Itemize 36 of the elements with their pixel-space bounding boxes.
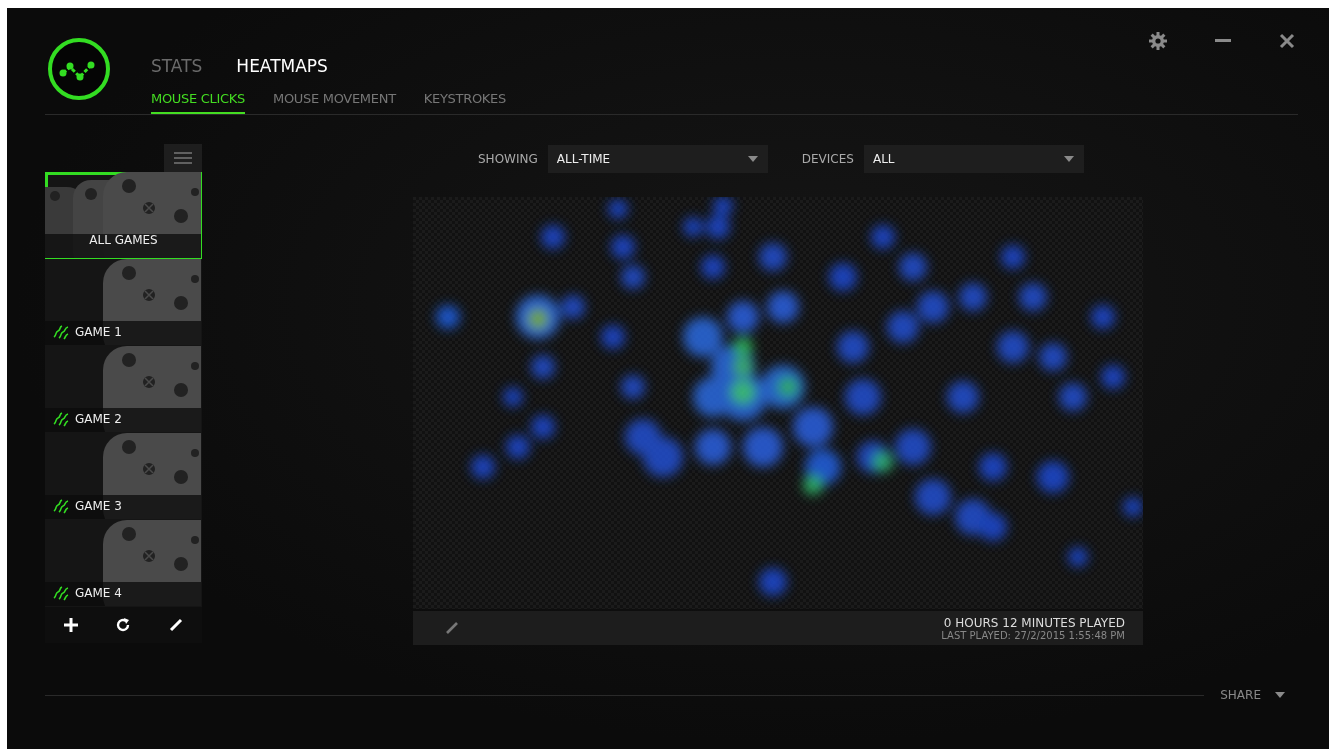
close-icon[interactable] [1279,33,1295,49]
game-label: GAME 2 [75,412,122,426]
game-tile[interactable]: GAME 3 [45,433,202,520]
menu-icon [174,152,192,164]
minimize-icon[interactable] [1215,39,1231,43]
filter-label: DEVICES [801,152,854,166]
caret-icon [1275,692,1285,698]
last-played-text: LAST PLAYED: 27/2/2015 1:55:48 PM [941,629,1125,641]
caret-icon [747,156,758,162]
game-label: GAME 1 [75,325,122,339]
app-logo-icon [47,37,111,101]
caret-icon [1063,156,1074,162]
snake-logo-icon [51,498,71,514]
add-icon[interactable] [63,618,78,632]
nav-tab[interactable]: STATS [151,56,203,76]
share-button[interactable]: SHARE [1220,688,1295,702]
game-tile[interactable]: GAME 1 [45,259,202,346]
game-tile[interactable]: GAME 4 [45,520,202,607]
game-label: GAME 3 [75,499,122,513]
nav-tab[interactable]: HEATMAPS [236,56,328,76]
refresh-icon[interactable] [115,617,132,633]
snake-logo-icon [51,411,71,427]
menu-button[interactable] [164,144,202,172]
snake-logo-icon [51,585,71,601]
settings-icon[interactable] [1149,32,1167,50]
game-label: ALL GAMES [89,233,158,247]
sub-tab[interactable]: MOUSE MOVEMENT [273,91,396,114]
filter-dropdown[interactable]: ALL-TIME [547,145,768,173]
game-tile[interactable]: ALL GAMES [45,172,202,259]
filter-label: SHOWING [478,152,538,166]
filter-dropdown[interactable]: ALL [863,145,1084,173]
game-tile[interactable]: GAME 2 [45,346,202,433]
game-label: GAME 4 [75,586,122,600]
snake-logo-icon [51,324,71,340]
playtime-text: 0 HOURS 12 MINUTES PLAYED [943,615,1125,630]
sub-tab[interactable]: KEYSTROKES [423,91,506,114]
